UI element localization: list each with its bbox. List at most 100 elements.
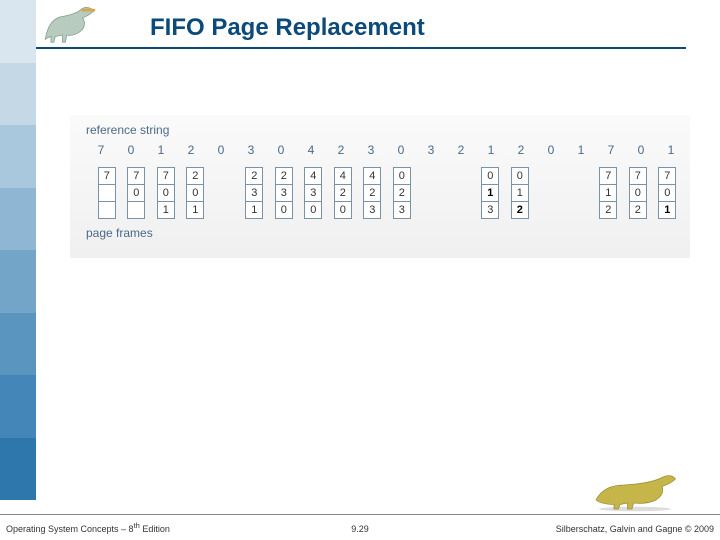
frame-cell: 2 <box>599 201 617 219</box>
ref-value: 3 <box>426 143 436 157</box>
frame-column: 423 <box>358 167 388 218</box>
ref-value: 7 <box>606 143 616 157</box>
frame-column: 230 <box>269 167 299 218</box>
dinosaur-logo-top <box>38 2 110 48</box>
frame-cell: 7 <box>599 167 617 185</box>
frame-cell: 0 <box>393 167 411 185</box>
slide-footer: Operating System Concepts – 8th Edition … <box>0 514 720 540</box>
page-frames-label: page frames <box>86 226 674 240</box>
frame-cell: 0 <box>629 184 647 202</box>
reference-string-row: 7 0 1 2 0 3 0 4 2 3 0 3 2 1 2 0 1 7 0 1 <box>96 143 676 157</box>
ref-value: 3 <box>366 143 376 157</box>
frame-cell <box>98 184 116 202</box>
frame-cell <box>98 201 116 219</box>
frame-cell: 2 <box>629 201 647 219</box>
frame-cell: 0 <box>334 201 352 219</box>
ref-value: 0 <box>126 143 136 157</box>
frame-column: 7 <box>92 167 122 218</box>
frame-cell: 0 <box>127 184 145 202</box>
frame-column: 012 <box>505 167 535 218</box>
frame-cell: 0 <box>275 201 293 219</box>
frame-cell: 2 <box>186 167 204 185</box>
ref-value: 2 <box>456 143 466 157</box>
frame-column: 013 <box>476 167 506 218</box>
frame-cell: 0 <box>511 167 529 185</box>
frame-cell: 1 <box>481 184 499 202</box>
footer-left: Operating System Concepts – 8th Edition <box>6 521 170 534</box>
frame-cell: 7 <box>658 167 676 185</box>
frame-cell: 4 <box>304 167 322 185</box>
frame-cell: 1 <box>511 184 529 202</box>
frame-cell: 1 <box>186 201 204 219</box>
frame-cell: 0 <box>658 184 676 202</box>
frame-column: 712 <box>594 167 624 218</box>
diagram-content: reference string 70120304230321201701 77… <box>70 115 690 258</box>
ref-value: 0 <box>636 143 646 157</box>
frame-cell: 0 <box>304 201 322 219</box>
frame-column-empty <box>210 167 240 218</box>
ref-value: 1 <box>666 143 676 157</box>
frame-cell: 2 <box>245 167 263 185</box>
dinosaur-logo-bottom <box>590 470 680 512</box>
frame-cell: 2 <box>275 167 293 185</box>
frame-column-empty <box>535 167 565 218</box>
frame-cell: 1 <box>157 201 175 219</box>
left-accent-stripe <box>0 0 36 500</box>
frame-column: 702 <box>623 167 653 218</box>
frame-cell: 0 <box>481 167 499 185</box>
frame-column-empty <box>446 167 476 218</box>
ref-value: 2 <box>336 143 346 157</box>
ref-value: 0 <box>276 143 286 157</box>
frame-cell: 1 <box>658 201 676 219</box>
frame-cell: 1 <box>245 201 263 219</box>
frame-cell: 3 <box>481 201 499 219</box>
ref-value: 0 <box>216 143 226 157</box>
frame-column: 023 <box>387 167 417 218</box>
frame-cell: 3 <box>245 184 263 202</box>
reference-string-label: reference string <box>86 123 674 137</box>
frame-cell: 1 <box>599 184 617 202</box>
ref-value: 1 <box>486 143 496 157</box>
ref-value: 3 <box>246 143 256 157</box>
footer-page-number: 9.29 <box>351 524 369 534</box>
frame-column: 201 <box>181 167 211 218</box>
frame-column: 231 <box>240 167 270 218</box>
slide-header: FIFO Page Replacement <box>0 0 720 60</box>
frame-cell: 3 <box>304 184 322 202</box>
title-underline <box>36 47 686 49</box>
frame-column: 70 <box>122 167 152 218</box>
ref-value: 0 <box>546 143 556 157</box>
frame-column: 420 <box>328 167 358 218</box>
ref-value: 4 <box>306 143 316 157</box>
frame-cell: 3 <box>393 201 411 219</box>
ref-value: 1 <box>576 143 586 157</box>
frame-cell: 3 <box>363 201 381 219</box>
frame-cell: 4 <box>363 167 381 185</box>
frame-cell: 2 <box>393 184 411 202</box>
footer-copyright: Silberschatz, Galvin and Gagne © 2009 <box>556 524 714 534</box>
page-frames-grid: 7707012012312304304204230230130127127027… <box>92 167 682 218</box>
frame-cell: 0 <box>186 184 204 202</box>
ref-value: 7 <box>96 143 106 157</box>
ref-value: 2 <box>516 143 526 157</box>
ref-value: 2 <box>186 143 196 157</box>
frame-column: 430 <box>299 167 329 218</box>
frame-cell: 7 <box>157 167 175 185</box>
footer-edition-suffix: Edition <box>140 524 170 534</box>
ref-value: 1 <box>156 143 166 157</box>
frame-cell: 0 <box>157 184 175 202</box>
frame-cell: 4 <box>334 167 352 185</box>
slide-title: FIFO Page Replacement <box>150 14 425 42</box>
frame-cell: 7 <box>127 167 145 185</box>
frame-cell: 3 <box>275 184 293 202</box>
frame-cell: 2 <box>511 201 529 219</box>
frame-column-empty <box>564 167 594 218</box>
frame-column: 701 <box>653 167 683 218</box>
footer-book-title: Operating System Concepts – 8 <box>6 524 134 534</box>
frame-cell <box>127 201 145 219</box>
frame-cell: 7 <box>98 167 116 185</box>
frame-cell: 2 <box>334 184 352 202</box>
frame-cell: 2 <box>363 184 381 202</box>
ref-value: 0 <box>396 143 406 157</box>
frame-cell: 7 <box>629 167 647 185</box>
